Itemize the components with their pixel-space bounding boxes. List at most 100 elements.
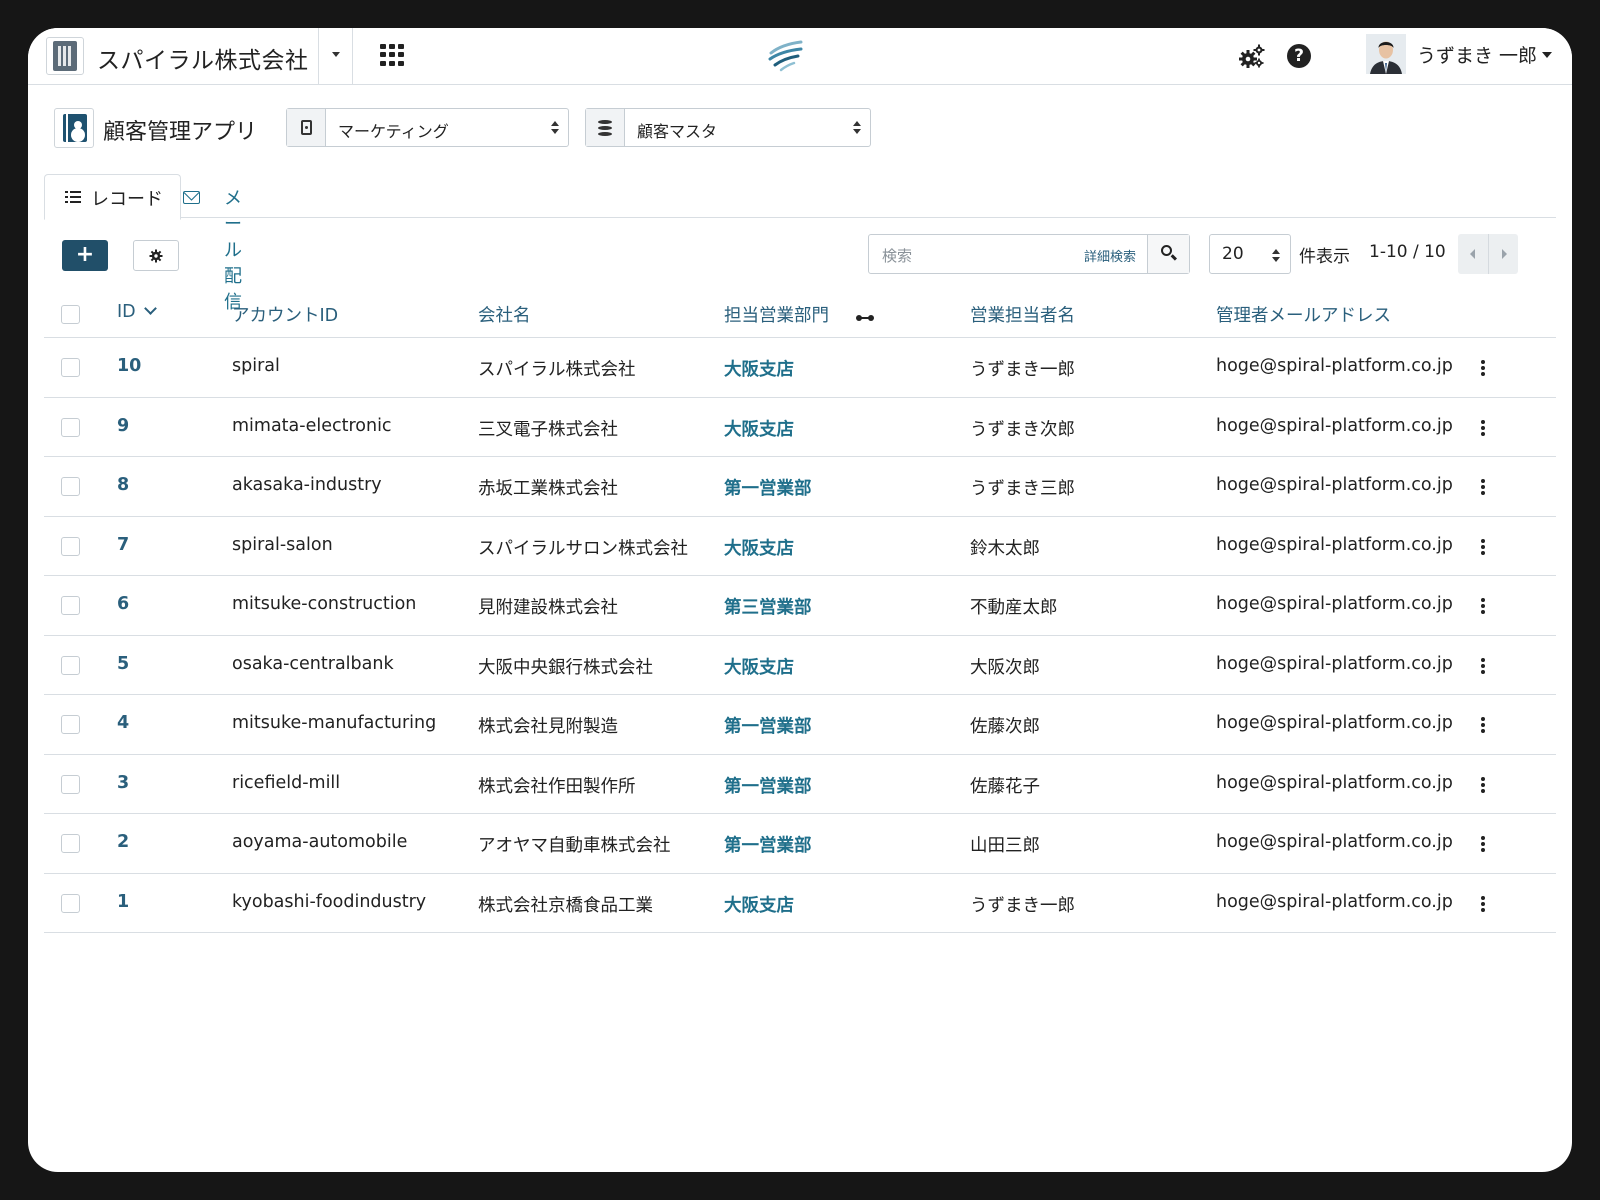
add-record-button[interactable]: + bbox=[62, 240, 108, 271]
group-select[interactable]: マーケティング bbox=[286, 108, 569, 147]
dept-link[interactable]: 第一営業部 bbox=[724, 773, 812, 798]
sort-chevron-down-icon[interactable] bbox=[143, 302, 157, 315]
row-checkbox[interactable] bbox=[61, 715, 80, 734]
database-icon bbox=[586, 109, 625, 146]
column-account-id[interactable]: アカウントID bbox=[232, 302, 338, 327]
row-checkbox[interactable] bbox=[61, 358, 80, 377]
dept-link[interactable]: 大阪支店 bbox=[724, 892, 794, 917]
company-cell: 株式会社見附製造 bbox=[478, 717, 618, 737]
user-name[interactable]: うずまき 一郎 bbox=[1417, 41, 1537, 68]
dept-link[interactable]: 第一営業部 bbox=[724, 832, 812, 857]
row-checkbox[interactable] bbox=[61, 774, 80, 794]
dept-link[interactable]: 大阪支店 bbox=[724, 416, 794, 441]
rep-cell: 佐藤次郎 bbox=[970, 717, 1040, 737]
tabs-divider bbox=[44, 217, 1556, 218]
table-row[interactable]: 6 mitsuke-construction 見附建設株式会社 第三営業部 不動産太郎 h… bbox=[44, 576, 1556, 636]
record-id-link[interactable]: 1 bbox=[117, 892, 129, 912]
advanced-search-link[interactable]: 詳細検索 bbox=[1084, 246, 1136, 265]
dept-link[interactable]: 第一営業部 bbox=[724, 475, 812, 500]
row-checkbox[interactable] bbox=[61, 834, 80, 853]
record-id-link[interactable]: 10 bbox=[117, 356, 141, 376]
table-row[interactable]: 5 osaka-centralbank 大阪中央銀行株式会社 大阪支店 大阪次郎 hoge… bbox=[44, 636, 1556, 695]
help-icon[interactable]: ? bbox=[1287, 44, 1311, 68]
record-id-link[interactable]: 2 bbox=[117, 832, 129, 852]
search-field[interactable]: 検索 詳細検索 bbox=[868, 234, 1190, 274]
top-bar: スパイラル株式会社 ? うずまき 一郎 bbox=[28, 28, 1572, 85]
row-checkbox[interactable] bbox=[61, 417, 80, 437]
building-icon[interactable] bbox=[46, 37, 84, 75]
table-row[interactable]: 1 kyobashi-foodindustry 株式会社京橋食品工業 大阪支店 うずまき… bbox=[44, 874, 1556, 933]
search-button[interactable] bbox=[1147, 235, 1189, 273]
table-row[interactable]: 4 mitsuke-manufacturing 株式会社見附製造 第一営業部 佐藤次郎 h… bbox=[44, 695, 1556, 755]
org-switch-caret-icon[interactable] bbox=[332, 52, 340, 57]
column-company[interactable]: 会社名 bbox=[478, 302, 531, 327]
dept-link[interactable]: 第一営業部 bbox=[724, 713, 812, 738]
tab-records[interactable]: レコード bbox=[44, 174, 181, 220]
table-row[interactable]: 7 spiral-salon スパイラルサロン株式会社 大阪支店 鈴木太郎 hoge@sp… bbox=[44, 517, 1556, 576]
account-id-cell: akasaka-industry bbox=[232, 475, 382, 495]
row-menu-icon[interactable] bbox=[1481, 895, 1485, 912]
account-id-cell: mitsuke-manufacturing bbox=[232, 713, 437, 733]
account-id-cell: mitsuke-construction bbox=[232, 594, 417, 614]
rep-cell: 佐藤花子 bbox=[970, 776, 1040, 797]
dept-link[interactable]: 大阪支店 bbox=[724, 356, 794, 381]
envelope-icon[interactable] bbox=[183, 191, 200, 204]
column-dept[interactable]: 担当営業部門 bbox=[724, 302, 829, 327]
row-menu-icon[interactable] bbox=[1481, 717, 1485, 733]
row-checkbox[interactable] bbox=[61, 655, 80, 675]
column-email[interactable]: 管理者メールアドレス bbox=[1216, 302, 1391, 327]
rep-cell: うずまき一郎 bbox=[970, 895, 1075, 916]
email-cell: hoge@spiral-platform.co.jp bbox=[1216, 594, 1453, 614]
list-settings-button[interactable] bbox=[133, 240, 179, 271]
record-id-link[interactable]: 9 bbox=[117, 416, 129, 436]
prev-page-button[interactable] bbox=[1458, 234, 1488, 274]
row-menu-icon[interactable] bbox=[1481, 419, 1485, 436]
row-checkbox[interactable] bbox=[61, 596, 80, 615]
dept-link[interactable]: 大阪支店 bbox=[724, 535, 794, 560]
next-page-button[interactable] bbox=[1488, 234, 1519, 274]
user-menu-caret-icon[interactable] bbox=[1542, 52, 1552, 58]
row-menu-icon[interactable] bbox=[1481, 360, 1485, 376]
row-menu-icon[interactable] bbox=[1481, 776, 1485, 793]
table-header: ID アカウントID 会社名 担当営業部門 営業担当者名 管理者メールアドレス bbox=[44, 293, 1556, 338]
column-id[interactable]: ID bbox=[117, 302, 157, 322]
avatar[interactable] bbox=[1366, 34, 1406, 74]
company-cell: 三叉電子株式会社 bbox=[478, 419, 618, 440]
record-id-link[interactable]: 7 bbox=[117, 535, 129, 555]
account-id-cell: kyobashi-foodindustry bbox=[232, 891, 427, 912]
email-cell: hoge@spiral-platform.co.jp bbox=[1216, 653, 1453, 674]
database-select[interactable]: 顧客マスタ bbox=[585, 108, 871, 147]
app-grid-icon[interactable] bbox=[380, 44, 404, 66]
table-row[interactable]: 10 spiral スパイラル株式会社 大阪支店 うずまき一郎 hoge@spiral-p… bbox=[44, 338, 1556, 398]
select-all-checkbox[interactable] bbox=[61, 305, 80, 324]
dept-link[interactable]: 第三営業部 bbox=[724, 594, 812, 619]
row-checkbox[interactable] bbox=[61, 893, 80, 913]
table-row[interactable]: 3 ricefield-mill 株式会社作田製作所 第一営業部 佐藤花子 hoge@sp… bbox=[44, 755, 1556, 814]
row-menu-icon[interactable] bbox=[1481, 598, 1485, 614]
column-rep[interactable]: 営業担当者名 bbox=[970, 302, 1075, 327]
address-book-icon bbox=[54, 108, 94, 148]
row-menu-icon[interactable] bbox=[1481, 538, 1485, 555]
table-row[interactable]: 8 akasaka-industry 赤坂工業株式会社 第一営業部 うずまき三郎 hoge… bbox=[44, 457, 1556, 517]
record-id-link[interactable]: 8 bbox=[117, 475, 129, 495]
row-menu-icon[interactable] bbox=[1481, 657, 1485, 674]
settings-gears-icon[interactable] bbox=[1238, 44, 1266, 70]
row-checkbox[interactable] bbox=[61, 477, 80, 496]
table-row[interactable]: 2 aoyama-automobile アオヤマ自動車株式会社 第一営業部 山田三郎 ho… bbox=[44, 814, 1556, 874]
record-id-link[interactable]: 6 bbox=[117, 594, 129, 614]
record-id-link[interactable]: 5 bbox=[117, 654, 129, 674]
search-placeholder[interactable]: 検索 bbox=[882, 245, 912, 266]
row-menu-icon[interactable] bbox=[1481, 836, 1485, 852]
row-menu-icon[interactable] bbox=[1481, 479, 1485, 495]
table-row[interactable]: 9 mimata-electronic 三叉電子株式会社 大阪支店 うずまき次郎 hoge… bbox=[44, 398, 1556, 457]
per-page-select[interactable]: 20 bbox=[1209, 234, 1291, 274]
record-id-link[interactable]: 4 bbox=[117, 713, 129, 733]
row-checkbox[interactable] bbox=[61, 536, 80, 556]
dept-link[interactable]: 大阪支店 bbox=[724, 654, 794, 679]
record-id-link[interactable]: 3 bbox=[117, 773, 129, 793]
account-id-cell: spiral bbox=[232, 356, 280, 376]
company-cell: 株式会社作田製作所 bbox=[478, 776, 636, 797]
company-cell: アオヤマ自動車株式会社 bbox=[478, 836, 671, 856]
rep-cell: 大阪次郎 bbox=[970, 657, 1040, 678]
org-name[interactable]: スパイラル株式会社 bbox=[97, 41, 309, 75]
